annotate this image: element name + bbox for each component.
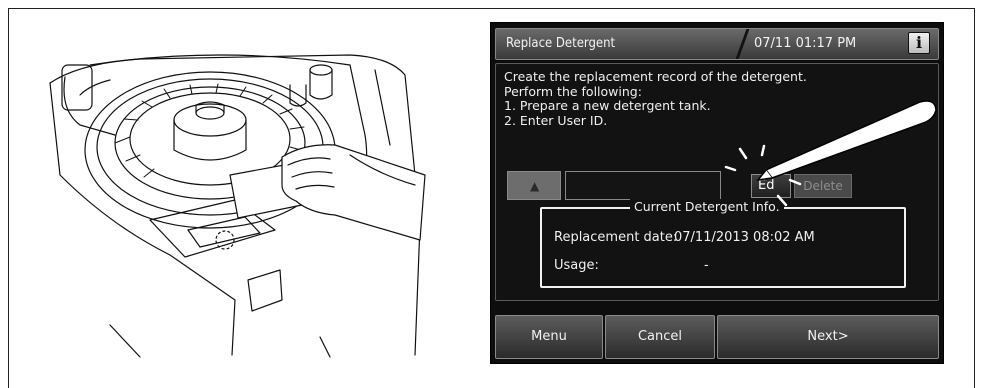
device-screen: Replace Detergent 07/11 01:17 PM i Creat… xyxy=(490,22,944,364)
replacement-date-label: Replacement date: xyxy=(554,230,678,245)
info-button[interactable]: i xyxy=(908,32,930,54)
footer-bar: Menu Cancel Next> xyxy=(495,315,939,359)
usage-row: Usage: - xyxy=(554,258,709,273)
machine-illustration xyxy=(49,54,426,358)
user-icon: ▲ xyxy=(530,179,540,193)
usage-value: - xyxy=(704,258,709,273)
menu-button[interactable]: Menu xyxy=(495,315,603,359)
title-separator xyxy=(735,29,750,59)
current-detergent-info: Current Detergent Info. Replacement date… xyxy=(540,199,906,288)
user-icon-box: ▲ xyxy=(507,171,561,200)
cancel-button[interactable]: Cancel xyxy=(605,315,715,359)
screen-title: Replace Detergent xyxy=(506,36,616,51)
edit-button[interactable]: Ed xyxy=(751,174,791,198)
next-button[interactable]: Next> xyxy=(717,315,939,359)
delete-button[interactable]: Delete xyxy=(794,174,852,198)
user-id-field[interactable] xyxy=(565,171,721,200)
replacement-date-row: Replacement date: 07/11/2013 08:02 AM xyxy=(554,230,815,245)
info-box-legend: Current Detergent Info. xyxy=(630,199,784,214)
title-bar: Replace Detergent 07/11 01:17 PM i xyxy=(495,28,939,60)
content-panel: Create the replacement record of the det… xyxy=(495,63,939,301)
datetime-display: 07/11 01:17 PM xyxy=(754,36,857,51)
instructions-text: Create the replacement record of the det… xyxy=(504,69,807,128)
usage-label: Usage: xyxy=(554,258,599,273)
replacement-date-value: 07/11/2013 08:02 AM xyxy=(674,230,815,245)
